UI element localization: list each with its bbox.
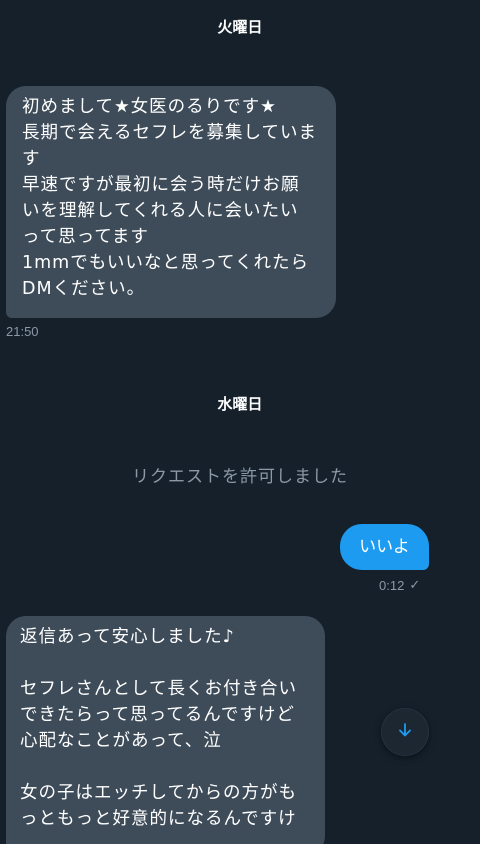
scroll-to-bottom-button[interactable] — [382, 709, 428, 755]
incoming-message-2[interactable]: 返信あって安心しました♪ セフレさんとして長くお付き合い できたらって思ってるん… — [6, 616, 325, 844]
date-header-tuesday: 火曜日 — [217, 18, 263, 36]
system-message-request-accepted: リクエストを許可しました — [132, 467, 348, 487]
sent-check-icon: ✓ — [409, 577, 421, 592]
message-timestamp: 21:50 — [6, 324, 39, 339]
date-header-wednesday: 水曜日 — [217, 395, 263, 413]
arrow-down-icon — [397, 722, 413, 742]
outgoing-message-status: 0:12 ✓ — [379, 577, 420, 593]
outgoing-message-1[interactable]: いいよ — [340, 524, 429, 570]
message-timestamp: 0:12 — [379, 577, 405, 593]
incoming-message-1[interactable]: 初めまして★女医のるりです★ 長期で会えるセフレを募集していま す 早速ですが最… — [6, 86, 336, 318]
